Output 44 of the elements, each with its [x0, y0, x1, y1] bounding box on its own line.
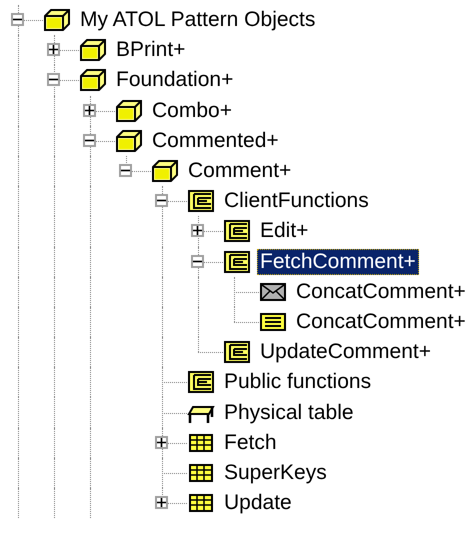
cube-icon: [79, 38, 107, 62]
plus-icon: [49, 45, 58, 54]
tree-item[interactable]: ConcatComment+: [293, 278, 466, 305]
collapse-button[interactable]: [11, 13, 24, 26]
cube-icon: [115, 128, 143, 153]
expand-button[interactable]: [47, 43, 60, 56]
cube-icon: [151, 159, 179, 184]
tree-item[interactable]: FetchComment+: [257, 248, 419, 275]
plus-icon: [157, 438, 166, 447]
collapse-button[interactable]: [155, 194, 168, 208]
tree-item[interactable]: Public functions: [221, 369, 374, 396]
tree-item[interactable]: Edit+: [257, 218, 312, 244]
function-list-icon: [187, 189, 215, 214]
plus-icon: [157, 498, 166, 508]
collapse-button[interactable]: [191, 254, 204, 268]
tree-item[interactable]: ConcatComment+: [293, 308, 466, 335]
tree-item[interactable]: Update: [221, 490, 295, 516]
tree-item[interactable]: BPrint+: [113, 37, 188, 64]
tree-item[interactable]: Fetch: [221, 430, 280, 456]
expand-button[interactable]: [191, 224, 204, 238]
collapse-button[interactable]: [47, 73, 60, 86]
tree-item[interactable]: SuperKeys: [221, 460, 330, 486]
collapse-button[interactable]: [119, 164, 132, 178]
tree-item[interactable]: Commented+: [149, 128, 282, 154]
function-list-icon: [223, 219, 251, 244]
function-list-icon: [223, 250, 251, 274]
tree-item[interactable]: My ATOL Pattern Objects: [77, 7, 318, 34]
tree-item[interactable]: Comment+: [185, 158, 294, 184]
tree-item[interactable]: Foundation+: [113, 67, 236, 94]
collapse-button[interactable]: [83, 134, 96, 147]
function-list-icon: [223, 340, 251, 364]
plus-icon: [193, 226, 202, 236]
cube-icon: [79, 68, 107, 92]
expand-button[interactable]: [155, 436, 168, 449]
expand-button[interactable]: [155, 496, 168, 510]
plus-icon: [85, 106, 94, 115]
function-list-icon: [187, 370, 215, 394]
tree-item[interactable]: ClientFunctions: [221, 188, 372, 214]
cube-icon: [115, 98, 143, 123]
tree-item[interactable]: Physical table: [221, 400, 357, 426]
tree-item[interactable]: UpdateComment+: [257, 339, 434, 366]
tree-item[interactable]: Combo+: [149, 98, 235, 124]
expand-button[interactable]: [83, 104, 96, 117]
cube-icon: [43, 8, 71, 32]
